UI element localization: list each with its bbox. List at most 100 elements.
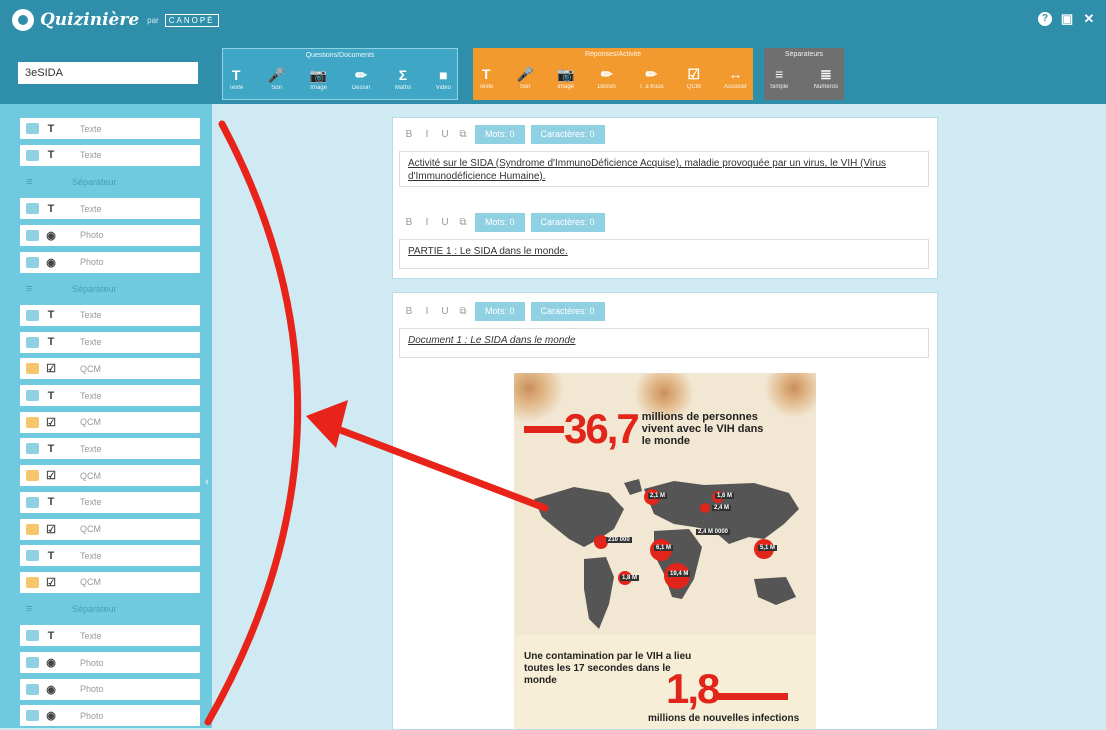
- sidebar-item-text[interactable]: T Texte: [20, 331, 200, 353]
- questions-vid-o-button[interactable]: ■ Vidéo: [436, 67, 451, 91]
- bold-button[interactable]: B: [403, 306, 415, 317]
- italic-button[interactable]: I: [421, 217, 433, 228]
- item-type-icon: T: [47, 496, 55, 509]
- text-block[interactable]: Activité sur le SIDA (Syndrome d'ImmunoD…: [399, 151, 929, 187]
- sidebar-item-label: Texte: [80, 630, 102, 641]
- sidebar-item-label: Photo: [80, 710, 104, 721]
- questions-texte-button[interactable]: T Texte: [229, 67, 243, 91]
- tool-label: QCM: [686, 84, 701, 90]
- sidebar-item-label: Photo: [80, 657, 104, 668]
- sidebar-item-text[interactable]: T Texte: [20, 304, 200, 326]
- app-logo[interactable]: Quizinière par CANOPÉ: [12, 8, 219, 32]
- sidebar-item-text[interactable]: T Texte: [20, 144, 200, 166]
- red-bar: [524, 425, 564, 433]
- group-title: Séparateurs: [784, 51, 824, 58]
- underline-button[interactable]: U: [439, 217, 451, 228]
- sidebar-item-qcm[interactable]: ☑ QCM: [20, 411, 200, 433]
- tool-icon: 🎤: [516, 66, 534, 82]
- sidebar-item-qcm[interactable]: ☑ QCM: [20, 465, 200, 487]
- sidebar-item-text[interactable]: T Texte: [20, 625, 200, 647]
- questions-maths-button[interactable]: Σ Maths: [395, 67, 411, 91]
- sidebar-item-label: Texte: [80, 123, 102, 134]
- reponses-son-button[interactable]: 🎤 Son: [516, 66, 533, 90]
- sidebar-item-photo[interactable]: ◉ Photo: [20, 678, 200, 700]
- sidebar-item-photo[interactable]: ◉ Photo: [20, 224, 200, 246]
- item-type-icon: ◉: [46, 683, 56, 696]
- tool-icon: 🎤: [267, 67, 286, 83]
- tool-label: Son: [271, 85, 282, 91]
- questions-dessin-button[interactable]: ✏ Dessin: [352, 67, 370, 91]
- tool-label: T. à trous: [639, 84, 664, 90]
- link-button[interactable]: ⧉: [457, 129, 469, 140]
- group-title: Questions/Documents: [305, 52, 375, 59]
- tool-label: Image: [557, 84, 575, 90]
- item-badge-icon: [26, 550, 39, 562]
- reponses-qcm-button[interactable]: ☑ QCM: [687, 66, 701, 90]
- text-block[interactable]: PARTIE 1 : Le SIDA dans le monde.: [399, 239, 929, 269]
- underline-button[interactable]: U: [439, 306, 451, 317]
- item-badge-icon: [26, 256, 39, 268]
- reponses-associer-button[interactable]: ↔ Associer: [724, 66, 747, 90]
- sidebar-item-photo[interactable]: ◉ Photo: [20, 652, 200, 673]
- questions-son-button[interactable]: 🎤 Son: [268, 67, 285, 91]
- reponses-image-button[interactable]: 📷 Image: [557, 66, 574, 90]
- sidebar-item-text[interactable]: T Texte: [20, 385, 200, 406]
- italic-button[interactable]: I: [421, 306, 433, 317]
- sidebar-item-qcm[interactable]: ☑ QCM: [20, 518, 200, 540]
- item-badge-icon: [26, 203, 39, 215]
- item-badge-icon: [26, 309, 39, 321]
- item-type-icon: ☑: [46, 363, 56, 376]
- sidebar-item-sep[interactable]: ≡ Séparateur: [20, 171, 200, 192]
- region-label: 1,8 M: [620, 575, 640, 581]
- header-actions: ? ▣ ✕: [1038, 12, 1096, 26]
- save-icon[interactable]: ▣: [1060, 12, 1074, 26]
- tool-icon: 📷: [309, 67, 328, 83]
- quiz-title-input[interactable]: [18, 62, 198, 84]
- tool-label: Son: [519, 84, 531, 90]
- reponses-texte-button[interactable]: T Texte: [479, 66, 493, 90]
- sidebar-item-photo[interactable]: ◉ Photo: [20, 705, 200, 727]
- sidebar-item-label: QCM: [80, 417, 101, 428]
- italic-button[interactable]: I: [421, 129, 433, 140]
- region-label: 2,4 M: [712, 505, 732, 511]
- separateurs-simple-button[interactable]: ≡ Simple: [770, 66, 788, 90]
- text-block[interactable]: Document 1 : Le SIDA dans le monde: [399, 328, 929, 358]
- item-type-icon: ☑: [46, 416, 56, 429]
- word-count: Mots: 0: [475, 301, 525, 321]
- sidebar-item-sep[interactable]: ≡ Séparateur: [20, 278, 200, 299]
- sidebar-item-text[interactable]: T Texte: [20, 438, 200, 460]
- separateurs-group: Séparateurs ≡ Simple ≣ Numéros: [764, 48, 844, 100]
- sidebar-item-qcm[interactable]: ☑ QCM: [20, 358, 200, 380]
- help-icon[interactable]: ?: [1038, 12, 1052, 26]
- sidebar-item-label: QCM: [80, 470, 101, 481]
- item-type-icon: ☑: [46, 576, 56, 589]
- link-button[interactable]: ⧉: [457, 217, 469, 228]
- item-badge-icon: [26, 416, 39, 428]
- group-title: Réponses/Activité: [584, 51, 642, 58]
- bold-button[interactable]: B: [403, 217, 415, 228]
- collapse-sidebar-icon[interactable]: ‹: [202, 476, 212, 490]
- sidebar-item-text[interactable]: T Texte: [20, 118, 200, 139]
- sidebar-item-text[interactable]: T Texte: [20, 198, 200, 220]
- format-toolbar: B I U ⧉ Mots: 0 Caractères: 0: [403, 301, 605, 321]
- close-icon[interactable]: ✕: [1082, 12, 1096, 26]
- sidebar-item-qcm[interactable]: ☑ QCM: [20, 571, 200, 593]
- tool-icon: ✏: [645, 66, 658, 82]
- sidebar-item-sep[interactable]: ≡ Séparateur: [20, 599, 200, 620]
- link-button[interactable]: ⧉: [457, 306, 469, 317]
- sidebar-item-text[interactable]: T Texte: [20, 491, 200, 513]
- sidebar-item-photo[interactable]: ◉ Photo: [20, 251, 200, 273]
- item-badge-icon: [26, 683, 39, 695]
- reponses-dessin-button[interactable]: ✏ Dessin: [598, 66, 616, 90]
- reponses-t-trous-button[interactable]: ✏ T. à trous: [639, 66, 664, 90]
- char-count: Caractères: 0: [530, 301, 605, 321]
- tool-label: Image: [310, 85, 327, 91]
- tool-icon: T: [481, 66, 491, 82]
- sidebar-item-text[interactable]: T Texte: [20, 545, 200, 567]
- questions-image-button[interactable]: 📷 Image: [310, 67, 327, 91]
- underline-button[interactable]: U: [439, 129, 451, 140]
- bold-button[interactable]: B: [403, 129, 415, 140]
- tool-icon: Σ: [398, 67, 408, 83]
- item-type-icon: ☑: [46, 470, 56, 483]
- separateurs-num-ros-button[interactable]: ≣ Numéros: [814, 66, 838, 90]
